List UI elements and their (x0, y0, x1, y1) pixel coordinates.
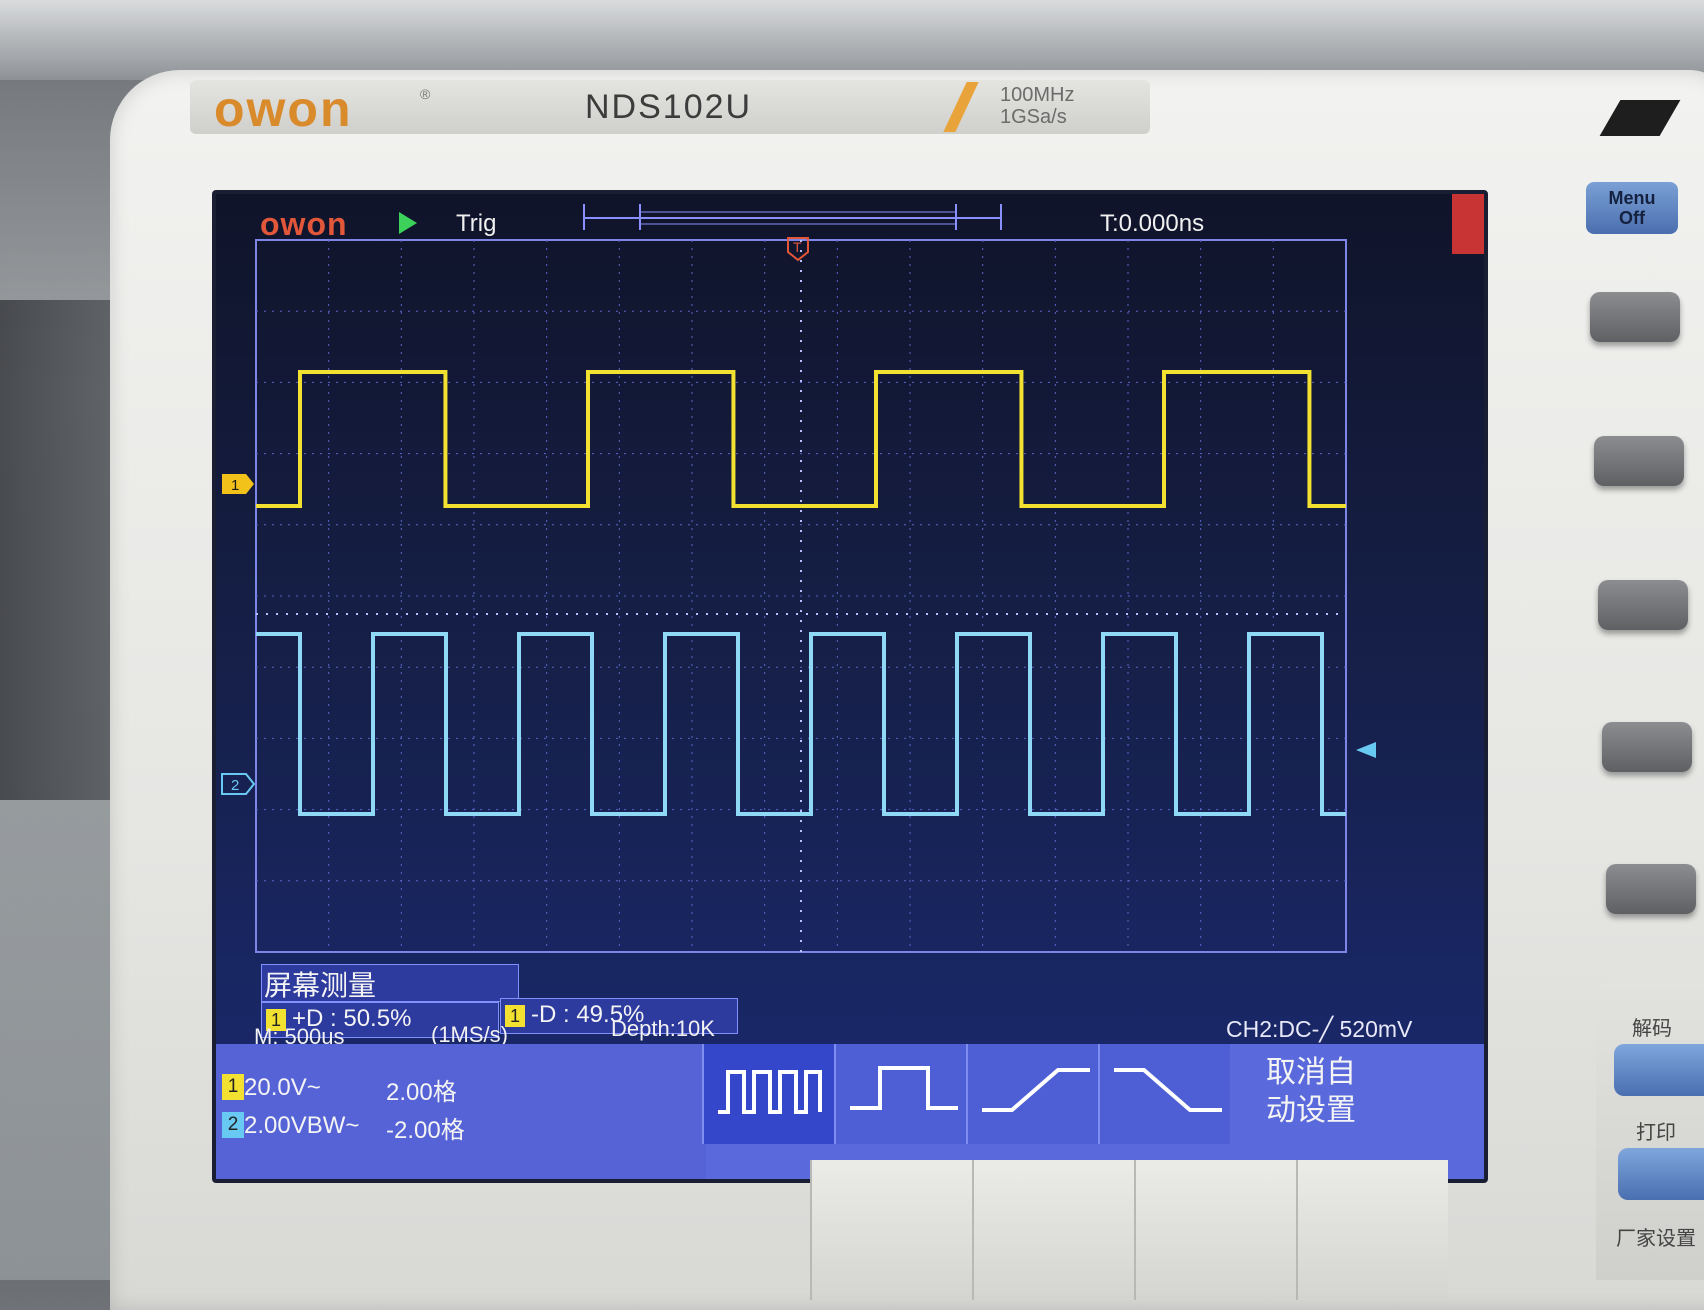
falling-edge-button[interactable] (1098, 1044, 1230, 1144)
channel-chip: 1 (505, 1005, 525, 1027)
bottom-key-1[interactable] (810, 1160, 972, 1300)
bottom-key-2[interactable] (972, 1160, 1134, 1300)
model-name: NDS102U (585, 88, 753, 126)
decode-button[interactable] (1614, 1044, 1704, 1096)
trigger-status: Trig (456, 210, 497, 237)
ch2-scale: 2.00VBW~ (244, 1112, 360, 1139)
single-pulse-icon (850, 1066, 958, 1110)
bottom-key-4[interactable] (1296, 1160, 1448, 1300)
trigger-time: T:0.000ns (1100, 210, 1205, 237)
print-label: 打印 (1636, 1122, 1676, 1144)
softkey-2[interactable] (1594, 436, 1684, 486)
print-button[interactable] (1618, 1148, 1704, 1200)
play-icon (399, 212, 417, 234)
decode-label: 解码 (1632, 1018, 1672, 1040)
measurement-title: 屏幕测量 (264, 970, 377, 1001)
brand-logo: owon (214, 81, 353, 137)
single-pulse-button[interactable] (834, 1044, 966, 1144)
memory-depth: Depth:10K (611, 1016, 715, 1041)
ch1-chip: 1 (222, 1074, 244, 1100)
ch1-marker-label: 1 (231, 477, 239, 494)
channel-info-panel: 1 20.0V~ 2.00格 2 2.00VBW~ -2.00格 (216, 1044, 706, 1179)
softkey-5[interactable] (1606, 864, 1696, 914)
screen-logo: owon (260, 206, 348, 242)
softkey-4[interactable] (1602, 722, 1692, 772)
factory-settings-label: 厂家设置 (1616, 1228, 1696, 1250)
ch2-marker-label: 2 (231, 777, 239, 794)
registered-mark: ® (420, 86, 431, 102)
softkey-3[interactable] (1598, 580, 1688, 630)
falling-edge-icon (1114, 1068, 1222, 1112)
cancel-auto-setup-label: 取消自 动设置 (1266, 1056, 1356, 1127)
red-indicator (1452, 194, 1484, 254)
ch2-offset: -2.00格 (386, 1117, 465, 1144)
cancel-auto-setup-button[interactable]: 取消自 动设置 (1246, 1044, 1376, 1144)
spec-label: 100MHz 1GSa/s (1000, 84, 1074, 128)
spec-bandwidth: 100MHz (1000, 84, 1075, 106)
bottom-key-3[interactable] (1134, 1160, 1296, 1300)
ch1-scale: 20.0V~ (244, 1074, 321, 1101)
background-wall (0, 0, 1704, 80)
menu-off-button[interactable]: Menu Off (1586, 182, 1678, 234)
softkey-1[interactable] (1590, 292, 1680, 342)
menu-off-label: Menu Off (1608, 188, 1656, 228)
ch1-offset: 2.00格 (386, 1079, 457, 1106)
multi-cycle-square-button[interactable] (702, 1044, 834, 1144)
trigger-marker-label: T (793, 239, 802, 255)
ch2-trigger-status: CH2:DC-╱ 520mV (1226, 1016, 1413, 1042)
ch2-chip: 2 (222, 1112, 244, 1138)
rising-edge-button[interactable] (966, 1044, 1098, 1144)
scope-display: T 1 2 owon Trig T:0.000ns 屏幕测量 1 +D : 50… (212, 190, 1488, 1183)
rising-edge-icon (982, 1068, 1090, 1112)
multi-cycle-square-icon (718, 1070, 822, 1114)
spec-sample-rate: 1GSa/s (1000, 106, 1067, 128)
